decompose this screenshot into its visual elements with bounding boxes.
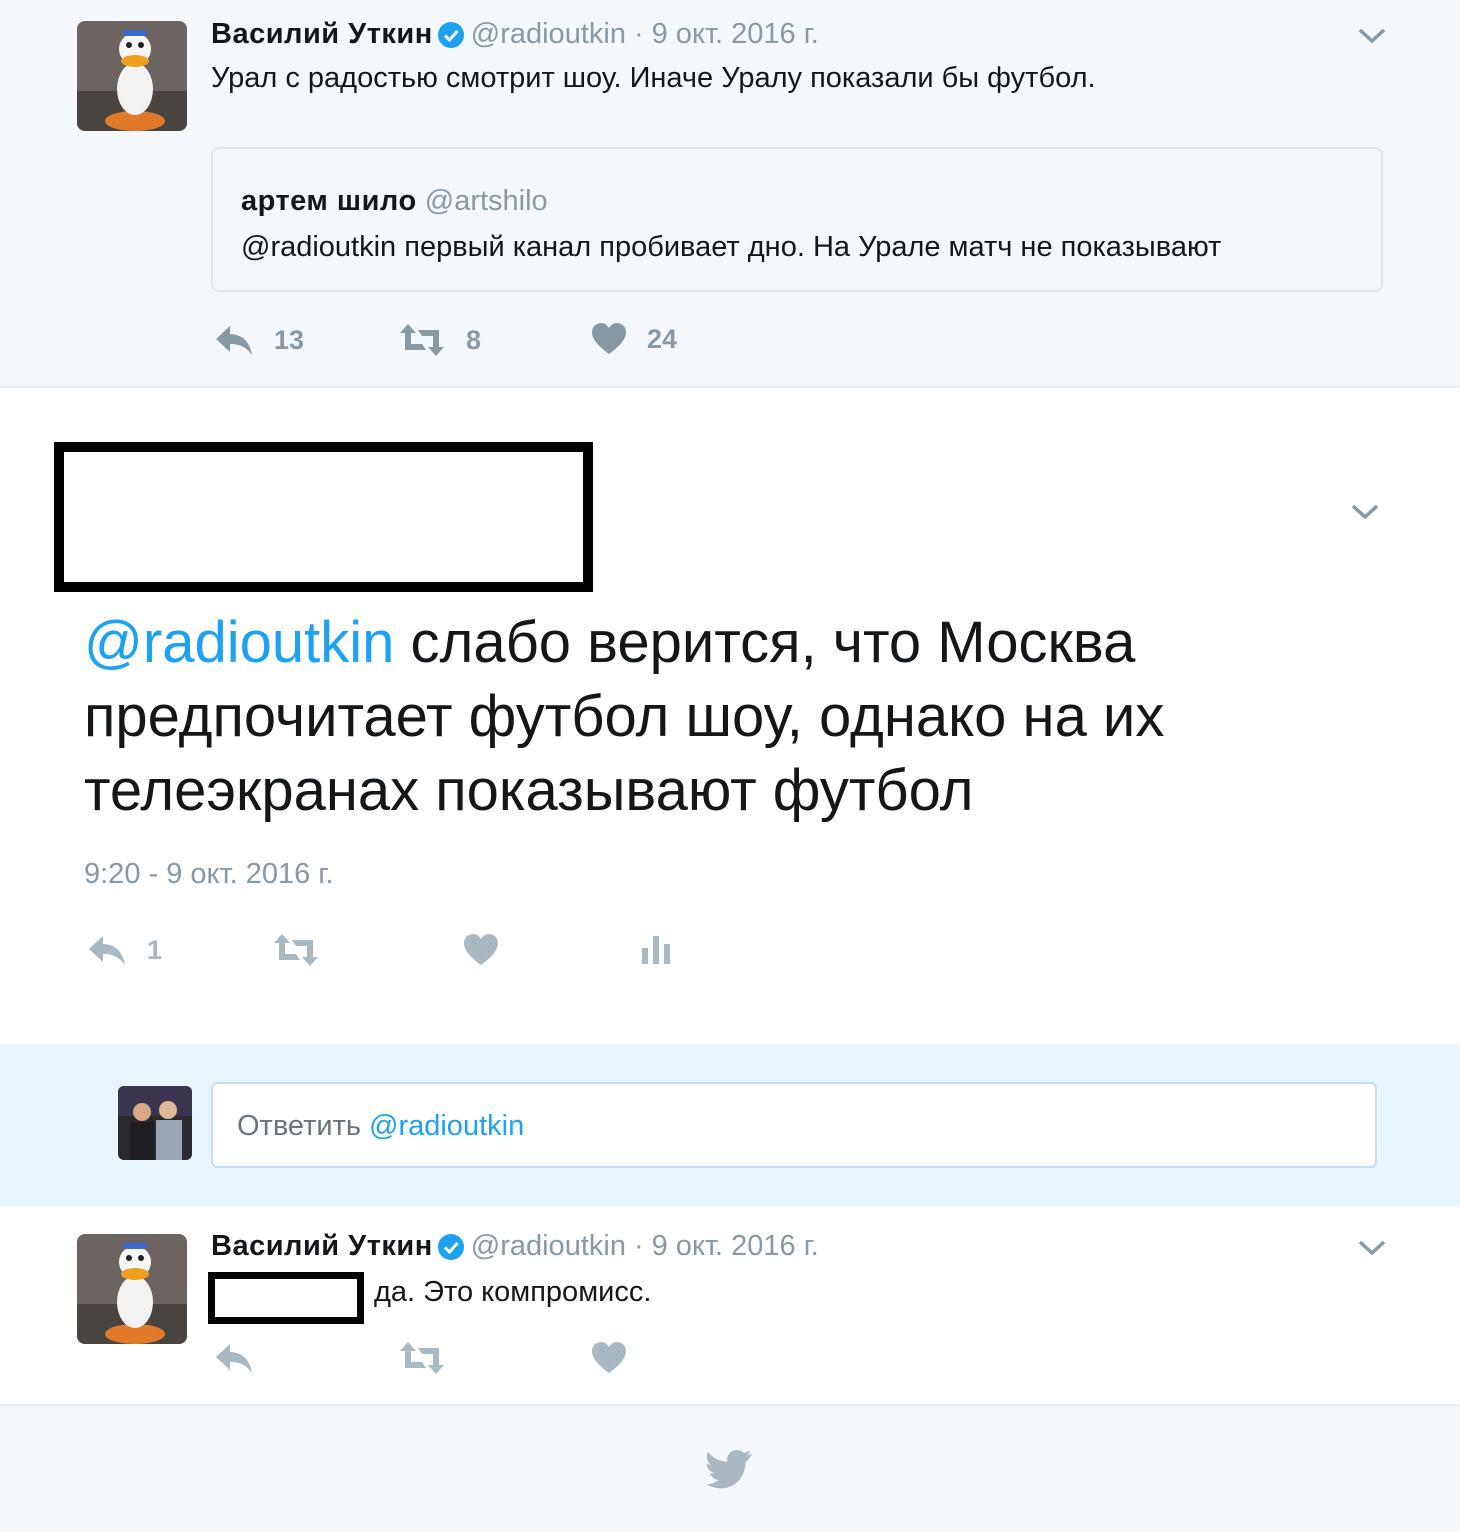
quoted-text: @radioutkin первый канал пробивает дно. … bbox=[241, 231, 1222, 263]
main-tweet-timestamp[interactable]: 9:20 - 9 окт. 2016 г. bbox=[84, 858, 333, 891]
tweet-header: Василий Уткин @radioutkin · 9 окт. 2016 … bbox=[211, 1230, 819, 1263]
main-tweet-text: @radioutkin слабо верится, что Москва пр… bbox=[84, 606, 1334, 828]
heart-icon bbox=[592, 1342, 626, 1373]
fullname[interactable]: Василий Уткин bbox=[211, 1230, 433, 1263]
separator: · bbox=[633, 1230, 644, 1262]
tweet-date[interactable]: 9 окт. 2016 г. bbox=[652, 1230, 819, 1263]
analytics-icon bbox=[642, 936, 670, 964]
reply-placeholder: Ответить @radioutkin bbox=[237, 1110, 524, 1143]
redacted-author-block bbox=[54, 442, 593, 592]
chevron-down-icon[interactable] bbox=[1357, 26, 1387, 46]
retweet-icon bbox=[400, 324, 444, 356]
chevron-down-icon[interactable] bbox=[1357, 1238, 1387, 1258]
like-button[interactable]: 24 bbox=[591, 322, 677, 356]
like-button[interactable] bbox=[591, 1341, 627, 1375]
heart-icon bbox=[592, 323, 626, 354]
avatar[interactable] bbox=[77, 1234, 187, 1344]
tweet-bottom[interactable]: Василий Уткин @radioutkin · 9 окт. 2016 … bbox=[0, 1206, 1460, 1406]
reply-icon bbox=[216, 1344, 252, 1373]
quoted-fullname: артем шило bbox=[241, 185, 417, 217]
retweet-icon bbox=[400, 1342, 444, 1374]
fullname[interactable]: Василий Уткин bbox=[211, 18, 433, 51]
separator: · bbox=[633, 18, 644, 50]
chevron-down-icon[interactable] bbox=[1350, 502, 1380, 522]
duck-avatar-icon bbox=[77, 1234, 187, 1344]
twitter-bird-icon[interactable] bbox=[706, 1450, 754, 1490]
heart-icon bbox=[464, 934, 498, 965]
like-count: 24 bbox=[647, 323, 678, 354]
tweet-date[interactable]: 9 окт. 2016 г. bbox=[652, 18, 819, 51]
retweet-count: 8 bbox=[466, 324, 482, 355]
reply-button[interactable] bbox=[214, 1340, 254, 1376]
reply-placeholder-mention: @radioutkin bbox=[369, 1110, 525, 1142]
retweet-button[interactable] bbox=[272, 932, 320, 968]
screen-name[interactable]: @radioutkin bbox=[471, 18, 626, 51]
reply-icon bbox=[89, 936, 125, 965]
verified-icon bbox=[437, 21, 464, 48]
reply-count: 13 bbox=[274, 324, 305, 355]
redacted-mention-block bbox=[208, 1272, 364, 1324]
retweet-button[interactable]: 8 bbox=[398, 322, 481, 358]
reply-icon bbox=[216, 326, 252, 355]
screen-name[interactable]: @radioutkin bbox=[471, 1230, 626, 1263]
tweet-text: да. Это компромисс. bbox=[374, 1276, 652, 1308]
user-avatar-photo bbox=[118, 1086, 192, 1160]
user-avatar[interactable] bbox=[118, 1086, 192, 1160]
quoted-tweet-header: артем шило @artshilo bbox=[241, 185, 548, 218]
tweet-text: Урал с радостью смотрит шоу. Иначе Уралу… bbox=[211, 62, 1096, 94]
analytics-button[interactable] bbox=[640, 932, 672, 966]
avatar[interactable] bbox=[77, 21, 187, 131]
mention-link[interactable]: @radioutkin bbox=[84, 610, 394, 675]
reply-composer: Ответить @radioutkin bbox=[0, 1044, 1460, 1206]
retweet-icon bbox=[274, 934, 318, 966]
reply-placeholder-text: Ответить bbox=[237, 1110, 370, 1142]
retweet-button[interactable] bbox=[398, 1340, 446, 1376]
reply-button[interactable]: 1 bbox=[87, 932, 162, 968]
quoted-tweet[interactable]: артем шило @artshilo @radioutkin первый … bbox=[211, 147, 1383, 292]
duck-avatar-icon bbox=[77, 21, 187, 131]
reply-button[interactable]: 13 bbox=[214, 322, 304, 358]
tweet-header: Василий Уткин @radioutkin · 9 окт. 2016 … bbox=[211, 18, 819, 51]
quoted-screen-name: @artshilo bbox=[424, 185, 548, 217]
tweet-top[interactable]: Василий Уткин @radioutkin · 9 окт. 2016 … bbox=[0, 0, 1460, 388]
footer bbox=[0, 1406, 1460, 1532]
verified-icon bbox=[437, 1233, 464, 1260]
reply-input[interactable]: Ответить @radioutkin bbox=[211, 1082, 1377, 1168]
tweet-main: @radioutkin слабо верится, что Москва пр… bbox=[0, 388, 1460, 1044]
reply-count: 1 bbox=[147, 934, 163, 965]
like-button[interactable] bbox=[463, 933, 499, 967]
